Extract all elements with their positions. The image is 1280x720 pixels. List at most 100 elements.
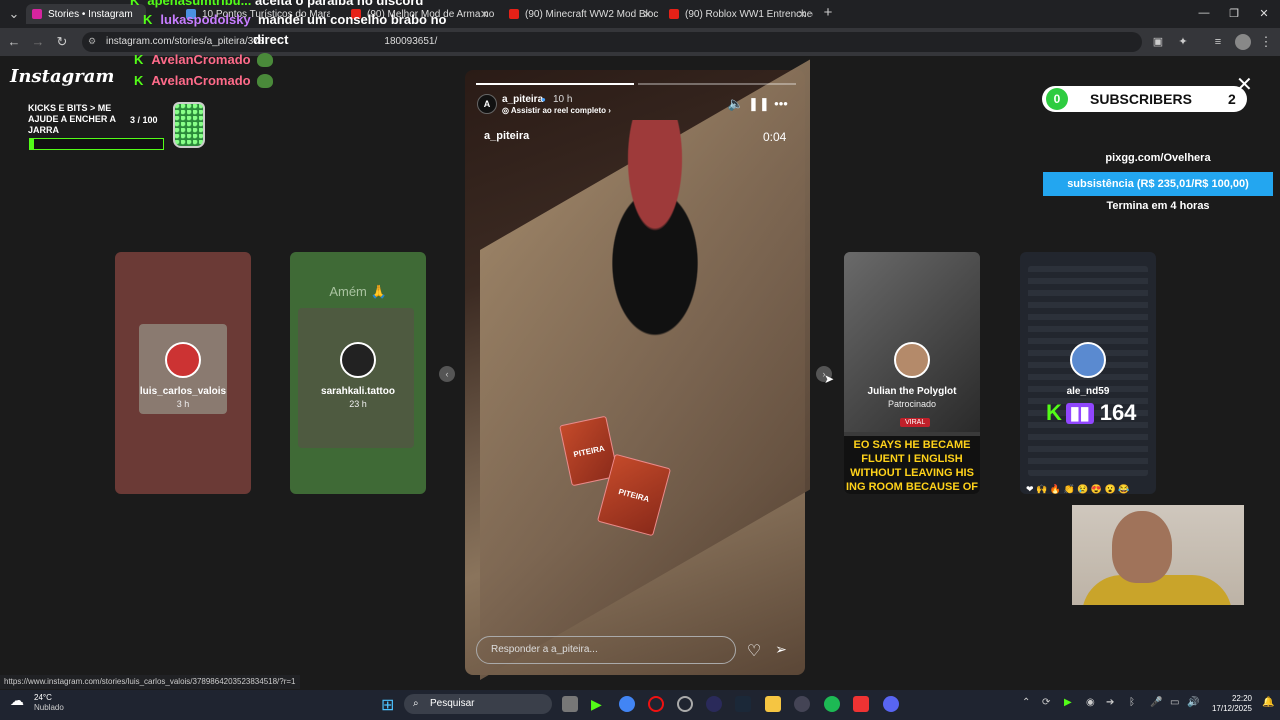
network-icon[interactable]: ▭ <box>1170 697 1179 708</box>
volume-icon[interactable]: 🔈 <box>727 96 745 112</box>
story-author-avatar[interactable]: A <box>477 94 497 114</box>
like-heart-icon[interactable]: ♡ <box>745 641 763 661</box>
weather-widget[interactable]: ☁ 24°C Nublado <box>10 693 64 713</box>
subscribers-widget: 0 SUBSCRIBERS 2 <box>1042 86 1247 112</box>
subscribers-left-count: 0 <box>1046 88 1068 110</box>
story-card-username: luis_carlos_valois <box>139 386 227 397</box>
forward-icon[interactable]: → <box>30 34 46 50</box>
profile-avatar-icon[interactable] <box>1235 34 1251 50</box>
tray-arrow-icon[interactable]: ➔ <box>1106 697 1114 708</box>
discord-icon[interactable] <box>883 696 899 712</box>
sponsored-label: Patrocinado <box>887 399 937 409</box>
tab-list-icon[interactable]: ⌄ <box>6 6 22 22</box>
reload-icon[interactable]: ↻ <box>54 34 70 50</box>
story-card-time: 3 h <box>176 399 190 409</box>
search-label: Pesquisar <box>430 698 475 709</box>
spotify-icon[interactable] <box>824 696 840 712</box>
chat-user: AvelanCromado <box>151 52 251 67</box>
url-text-tail: 180093651/ <box>384 36 438 47</box>
share-send-icon[interactable]: ➢ <box>772 641 790 658</box>
tab-label: (90) Roblox WW1 Entrenched (( <box>685 8 813 20</box>
app-icon[interactable] <box>794 696 810 712</box>
close-tab-icon[interactable]: ✕ <box>643 8 652 21</box>
tab-label: Stories • Instagram <box>48 8 133 20</box>
app-icon[interactable] <box>706 696 722 712</box>
story-card-time: 23 h <box>349 399 367 409</box>
tray-play-icon[interactable]: ▶ <box>1064 697 1072 708</box>
tab-roblox-ww1[interactable]: (90) Roblox WW1 Entrenched (( ✕ <box>663 4 813 24</box>
reel-icon: ◎ <box>502 106 511 115</box>
avatar <box>1070 342 1106 378</box>
notifications-icon[interactable]: 🔔 <box>1262 697 1274 708</box>
system-clock[interactable]: 22:20 17/12/2025 <box>1200 694 1252 714</box>
pepe-emote-icon <box>256 52 273 67</box>
instagram-logo[interactable]: Instagram <box>10 66 114 87</box>
site-info-icon[interactable]: ⚙ <box>88 36 96 47</box>
story-handle: a_piteira <box>484 130 530 142</box>
microphone-icon[interactable]: 🎤 <box>1150 697 1162 708</box>
story-author-name[interactable]: a_piteira <box>502 94 543 105</box>
chevron-right-icon: › <box>606 106 611 115</box>
cloud-icon: ☁ <box>10 692 24 708</box>
close-tab-icon[interactable]: ✕ <box>798 8 807 21</box>
tab-label: (90) Minecraft WW2 Mod Block <box>525 8 658 20</box>
story-card-ale[interactable]: ale_nd59 ❤ 🙌 🔥 👏 😢 😍 😮 😂 <box>1020 252 1156 494</box>
close-tab-icon[interactable]: ✕ <box>480 8 489 21</box>
media-player-icon[interactable]: ▶ <box>591 696 607 712</box>
maximize-icon[interactable]: ❐ <box>1226 7 1242 20</box>
story-card-sarahkali[interactable]: Amém 🙏 sarahkali.tattoo 23 h <box>290 252 426 494</box>
opera-icon[interactable] <box>648 696 664 712</box>
task-view-icon[interactable] <box>562 696 578 712</box>
story-card-julian[interactable]: Julian the Polyglot Patrocinado VIRAL EO… <box>844 252 980 494</box>
pause-icon[interactable]: ❚❚ <box>748 96 770 112</box>
close-window-icon[interactable]: ✕ <box>1256 7 1272 20</box>
address-bar[interactable]: instagram.com/stories/a_piteira/378 18009… <box>82 32 1142 52</box>
youtube-favicon-icon <box>509 9 519 19</box>
reply-input[interactable]: Responder a a_piteira... <box>476 636 736 664</box>
menu-kebab-icon[interactable]: ⋮ <box>1258 34 1274 50</box>
chat-message: direct <box>253 32 288 47</box>
steam-icon[interactable] <box>735 696 751 712</box>
jar-progress-fill <box>30 139 34 149</box>
more-options-icon[interactable]: ••• <box>772 96 790 111</box>
file-explorer-icon[interactable] <box>765 696 781 712</box>
puzzle-icon[interactable]: ✦ <box>1175 34 1191 50</box>
donation-goal-bar: subsistência (R$ 235,01/R$ 100,00) <box>1043 172 1273 196</box>
tray-app-icon[interactable]: ◉ <box>1086 697 1095 708</box>
pepe-emote-icon <box>256 73 273 88</box>
jar-title: KICKS E BITS > ME AJUDE A ENCHER A JARRA <box>28 103 116 135</box>
windows-start-icon[interactable]: ⊞ <box>381 695 394 715</box>
status-bar-url: https://www.instagram.com/stories/luis_c… <box>0 675 300 689</box>
bluetooth-icon[interactable]: ᛒ <box>1129 697 1135 708</box>
close-story-icon[interactable]: ✕ <box>1236 72 1253 97</box>
taskbar-search[interactable]: ⌕ Pesquisar <box>404 694 552 714</box>
sync-icon[interactable]: ⟳ <box>1042 697 1050 708</box>
tab-minecraft-ww2[interactable]: (90) Minecraft WW2 Mod Block ✕ <box>503 4 658 24</box>
clock-date: 17/12/2025 <box>1211 704 1252 713</box>
viewer-count: 164 <box>1099 400 1137 425</box>
watch-full-reel-link[interactable]: ◎ Assistir ao reel completo › <box>502 106 611 115</box>
previous-story-arrow-icon[interactable]: ‹ <box>439 366 455 382</box>
extension-icon[interactable]: ▣ <box>1150 34 1166 50</box>
back-icon[interactable]: ← <box>6 34 22 50</box>
new-tab-icon[interactable]: + <box>820 5 836 21</box>
volume-tray-icon[interactable]: 🔊 <box>1187 697 1199 708</box>
show-hidden-icons-icon[interactable]: ⌃ <box>1022 697 1030 708</box>
story-card-luis[interactable]: luis_carlos_valois 3 h <box>115 252 251 494</box>
mouse-cursor-icon: ➤ <box>824 372 835 386</box>
pixgg-link: pixgg.com/Ovelhera <box>1105 152 1211 164</box>
emoji-row: ❤ 🙌 🔥 👏 😢 😍 😮 😂 <box>1026 484 1130 494</box>
kick-logo-icon: K <box>1046 400 1062 425</box>
obs-icon[interactable] <box>677 696 693 712</box>
search-icon: ⌕ <box>413 698 419 709</box>
story-timer: 0:04 <box>763 130 787 144</box>
minimize-icon[interactable]: — <box>1196 7 1212 19</box>
story-card-username: sarahkali.tattoo <box>321 386 395 397</box>
tab-stories-instagram[interactable]: Stories • Instagram <box>26 4 146 24</box>
webcam-face <box>1112 511 1172 583</box>
story-time: 10 h <box>553 94 573 105</box>
brave-icon[interactable] <box>853 696 869 712</box>
chrome-icon[interactable] <box>619 696 635 712</box>
story-card-username: Julian the Polyglot <box>867 386 957 397</box>
reading-list-icon[interactable]: ≡ <box>1210 34 1226 50</box>
